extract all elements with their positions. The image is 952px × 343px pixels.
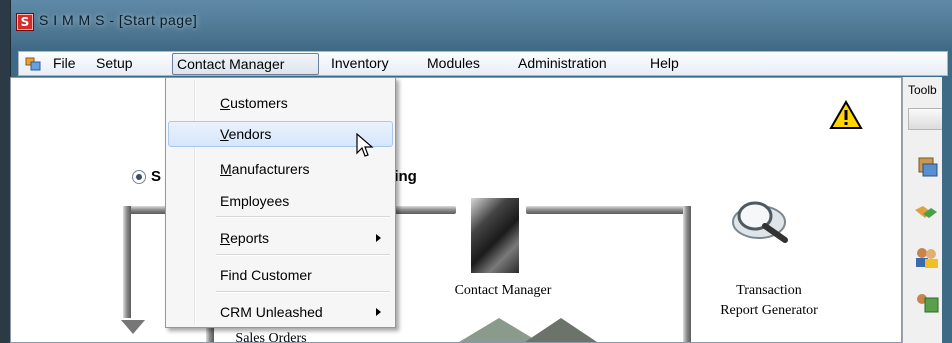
transaction-caption-line2[interactable]: Report Generator bbox=[699, 303, 839, 319]
menu-item-find-customer[interactable]: Find Customer bbox=[168, 262, 393, 288]
flow-pipe bbox=[526, 206, 691, 214]
down-arrow-icon bbox=[121, 320, 145, 334]
window-title: S I M M S - [Start page] bbox=[39, 12, 198, 28]
menu-help[interactable]: Help bbox=[646, 54, 683, 73]
menu-inventory[interactable]: Inventory bbox=[327, 54, 393, 73]
menu-separator bbox=[216, 216, 390, 218]
magnifier-icon[interactable] bbox=[729, 192, 801, 254]
boxes-icon[interactable] bbox=[913, 154, 939, 178]
menu-modules[interactable]: Modules bbox=[423, 54, 484, 73]
radio-label-start: S bbox=[151, 168, 162, 185]
title-bar[interactable]: S S I M M S - [Start page] bbox=[11, 0, 952, 50]
contact-manager-dropdown: Customers Vendors Manufacturers Employee… bbox=[165, 77, 396, 328]
flow-pipe bbox=[386, 206, 456, 214]
menu-bar: File Setup Contact Manager Inventory Mod… bbox=[18, 51, 948, 76]
menu-separator bbox=[216, 254, 390, 256]
app-icon[interactable]: S bbox=[16, 13, 34, 31]
menu-item-reports[interactable]: Reports bbox=[168, 225, 393, 251]
menu-administration[interactable]: Administration bbox=[514, 54, 611, 73]
menu-separator bbox=[216, 291, 390, 293]
money-icon[interactable] bbox=[913, 290, 939, 314]
house-shape bbox=[516, 318, 606, 342]
submenu-arrow-icon bbox=[376, 234, 381, 242]
flow-pipe bbox=[683, 206, 691, 342]
menu-setup[interactable]: Setup bbox=[92, 54, 137, 73]
contact-manager-image[interactable] bbox=[471, 198, 519, 273]
toolbox-header-button[interactable] bbox=[908, 108, 942, 130]
flow-pipe bbox=[123, 206, 131, 318]
menu-item-customers[interactable]: Customers bbox=[168, 90, 393, 116]
menu-item-crm-unleashed[interactable]: CRM Unleashed bbox=[168, 299, 393, 325]
mdi-window-icon[interactable] bbox=[25, 56, 41, 72]
transaction-caption-line1[interactable]: Transaction bbox=[699, 283, 839, 299]
toolbox-title: Toolb bbox=[908, 83, 937, 97]
users-icon[interactable] bbox=[913, 245, 939, 269]
mouse-pointer-icon bbox=[356, 133, 374, 157]
menu-contact-manager[interactable]: Contact Manager bbox=[172, 53, 319, 75]
submenu-arrow-icon bbox=[376, 308, 381, 316]
warning-icon[interactable] bbox=[829, 100, 863, 130]
module-radio[interactable] bbox=[132, 170, 146, 184]
toolbox-panel: Toolb bbox=[902, 77, 942, 343]
handshake-icon[interactable] bbox=[913, 200, 939, 224]
menu-item-manufacturers[interactable]: Manufacturers bbox=[168, 156, 393, 182]
menu-item-employees[interactable]: Employees bbox=[168, 188, 393, 214]
sales-orders-caption[interactable]: Sales Orders bbox=[211, 331, 331, 342]
menu-file[interactable]: File bbox=[49, 54, 80, 73]
start-page: S sing Contact Manager Transaction Repor… bbox=[10, 77, 902, 343]
contact-manager-caption[interactable]: Contact Manager bbox=[423, 283, 583, 299]
